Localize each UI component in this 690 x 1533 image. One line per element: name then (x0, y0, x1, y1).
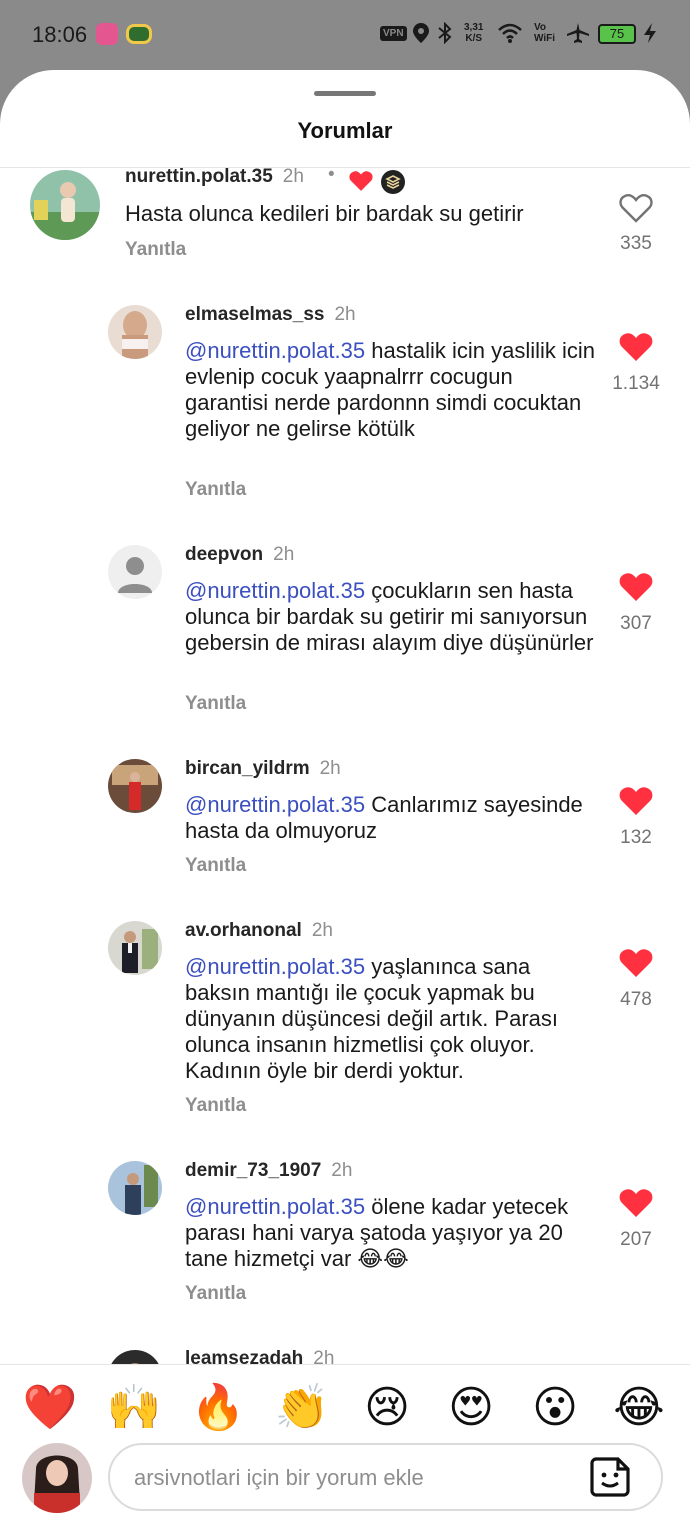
charging-icon (642, 22, 658, 49)
heart-icon[interactable] (619, 572, 653, 602)
like-count: 307 (620, 613, 652, 634)
speed-unit: K/S (465, 33, 483, 44)
username-text[interactable]: elmaselmas_ss (185, 304, 324, 325)
reply-button[interactable]: Yanıtla (185, 855, 246, 877)
wifi-icon (497, 22, 523, 49)
comment-input-box[interactable] (108, 1443, 663, 1511)
vowifi-top: Vo (534, 22, 547, 33)
separator-dot: • (328, 168, 335, 185)
comment-time: 2h (313, 1348, 335, 1364)
mention-link[interactable]: @nurettin.polat.35 (185, 578, 365, 603)
username-text[interactable]: leamsezadah (185, 1348, 303, 1364)
comments-sheet: Yorumlar nurettin.polat.35 2h • Hasta olu… (0, 70, 690, 1533)
sheet-title: Yorumlar (297, 118, 393, 143)
comment-time: 2h (311, 920, 333, 941)
comment-body: Hasta olunca kedileri bir bardak su geti… (125, 201, 524, 226)
airplane-icon (566, 22, 590, 49)
reaction-surprised[interactable]: 😮 (527, 1380, 583, 1436)
battery-icon: 75 (598, 24, 636, 44)
comment-text: @nurettin.polat.35 hastalik icin yaslili… (185, 338, 595, 442)
username-text[interactable]: nurettin.polat.35 (125, 168, 273, 187)
comment-text: @nurettin.polat.35 ölene kadar yetecek p… (185, 1194, 595, 1272)
comment-username[interactable]: demir_73_1907 2h (185, 1160, 352, 1182)
reaction-fire[interactable]: 🔥 (190, 1380, 246, 1436)
drag-handle[interactable] (314, 91, 376, 96)
reaction-raised-hands[interactable]: 🙌 (106, 1380, 162, 1436)
creator-avatar-icon (381, 170, 405, 194)
avatar[interactable] (108, 759, 162, 813)
avatar[interactable] (108, 1161, 162, 1215)
like-count: 207 (620, 1229, 652, 1250)
comment-time: 2h (319, 758, 341, 779)
heart-icon[interactable] (619, 193, 653, 223)
comment-username[interactable]: nurettin.polat.35 2h (125, 168, 304, 188)
location-icon (412, 22, 430, 49)
sticker-icon[interactable] (588, 1455, 632, 1499)
username-text[interactable]: demir_73_1907 (185, 1160, 321, 1181)
mention-link[interactable]: @nurettin.polat.35 (185, 954, 365, 979)
comment-input[interactable] (134, 1463, 574, 1493)
mention-link[interactable]: @nurettin.polat.35 (185, 338, 365, 363)
heart-icon[interactable] (619, 786, 653, 816)
heart-icon[interactable] (619, 948, 653, 978)
comment-username[interactable]: bircan_yildrm 2h (185, 758, 341, 780)
bluetooth-icon (436, 21, 454, 49)
creator-heart-icon (349, 170, 373, 192)
comment-username[interactable]: deepvon 2h (185, 544, 294, 566)
username-text[interactable]: bircan_yildrm (185, 758, 310, 779)
comment-username[interactable]: av.orhanonal 2h (185, 920, 333, 942)
app-notification-icon-2 (126, 24, 152, 44)
avatar[interactable] (108, 545, 162, 599)
vowifi-bottom: WiFi (534, 33, 556, 44)
reaction-heart-eyes[interactable]: 😍 (443, 1380, 499, 1436)
mention-link[interactable]: @nurettin.polat.35 (185, 792, 365, 817)
comment-time: 2h (273, 544, 295, 565)
app-notification-icon (96, 23, 118, 45)
comment-time: 2h (282, 168, 304, 187)
username-text[interactable]: deepvon (185, 544, 263, 565)
speed-value: 3,31 (464, 22, 484, 33)
like-count: 1.134 (612, 373, 660, 394)
mention-link[interactable]: @nurettin.polat.35 (185, 1194, 365, 1219)
reply-button[interactable]: Yanıtla (185, 1095, 246, 1117)
reaction-crying[interactable]: 😢 (359, 1380, 415, 1436)
comment-text: @nurettin.polat.35 çocukların sen hasta … (185, 578, 595, 656)
reply-button[interactable]: Yanıtla (185, 479, 246, 501)
reaction-laughing[interactable]: 😂 (611, 1380, 667, 1436)
avatar[interactable] (108, 305, 162, 359)
comment-time: 2h (331, 1160, 353, 1181)
comment-time: 2h (334, 304, 356, 325)
heart-icon[interactable] (619, 1188, 653, 1218)
avatar[interactable] (108, 1350, 162, 1364)
comment-text: Hasta olunca kedileri bir bardak su geti… (125, 201, 595, 227)
comment-username[interactable]: elmaselmas_ss 2h (185, 304, 356, 326)
comment-username[interactable]: leamsezadah 2h (185, 1348, 334, 1364)
reaction-clap[interactable]: 👏 (274, 1380, 330, 1436)
avatar[interactable] (108, 921, 162, 975)
current-user-avatar[interactable] (22, 1443, 92, 1513)
network-speed: 3,31 K/S (464, 22, 483, 44)
vowifi-indicator: Vo WiFi (534, 22, 555, 44)
comment-text: @nurettin.polat.35 yaşlanınca sana baksı… (185, 954, 595, 1084)
reply-button[interactable]: Yanıtla (185, 693, 246, 715)
like-count: 132 (620, 827, 652, 848)
like-count: 478 (620, 989, 652, 1010)
comments-list[interactable]: nurettin.polat.35 2h • Hasta olunca kedil… (0, 168, 690, 1364)
reply-button[interactable]: Yanıtla (185, 1283, 246, 1305)
username-text[interactable]: av.orhanonal (185, 920, 302, 941)
vpn-icon: VPN (380, 26, 407, 41)
reply-button[interactable]: Yanıtla (125, 239, 186, 261)
like-count: 335 (620, 233, 652, 254)
reaction-heart[interactable]: ❤️ (22, 1380, 78, 1436)
status-time: 18:06 (32, 22, 88, 47)
divider (0, 1364, 690, 1365)
avatar[interactable] (30, 170, 100, 240)
status-bar: 18:06 VPN 3,31 K/S Vo WiFi 75 (0, 0, 690, 70)
heart-icon[interactable] (619, 332, 653, 362)
comment-text: @nurettin.polat.35 Canlarımız sayesinde … (185, 792, 595, 844)
